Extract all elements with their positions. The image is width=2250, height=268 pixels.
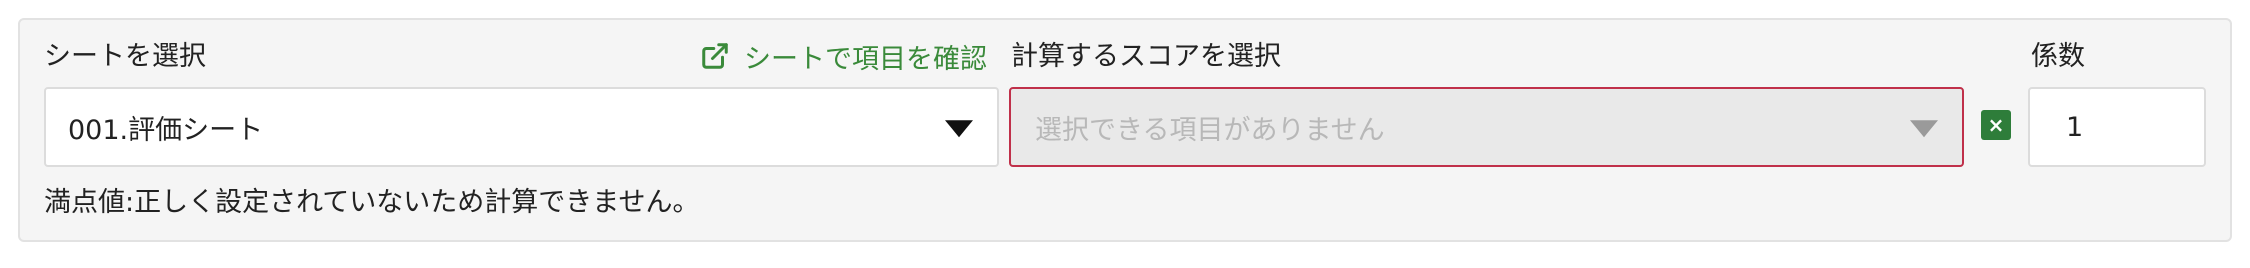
- clear-score-button[interactable]: ×: [1981, 110, 2011, 140]
- full-score-error-message: 満点値:正しく設定されていないため計算できません。: [44, 187, 700, 218]
- score-select[interactable]: 選択できる項目がありません: [1009, 87, 1964, 167]
- sheet-select-label: シートを選択: [44, 41, 206, 72]
- caret-down-icon: [1910, 120, 1938, 138]
- score-select-label: 計算するスコアを選択: [1011, 41, 1281, 72]
- coefficient-label: 係数: [2031, 41, 2085, 72]
- sheet-select-value: 001.評価シート: [68, 114, 264, 146]
- caret-down-icon: [945, 120, 973, 138]
- external-link-icon: [700, 41, 730, 71]
- sheet-select[interactable]: 001.評価シート: [44, 87, 999, 167]
- coefficient-input[interactable]: [2028, 87, 2206, 167]
- open-sheet-link-label: シートで項目を確認: [744, 43, 987, 75]
- score-select-placeholder: 選択できる項目がありません: [1035, 114, 1385, 146]
- close-icon: ×: [1987, 113, 2005, 137]
- open-sheet-link[interactable]: シートで項目を確認: [700, 38, 987, 75]
